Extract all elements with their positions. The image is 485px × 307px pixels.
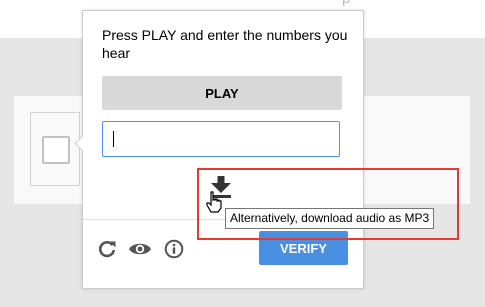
play-button-label: PLAY bbox=[205, 85, 239, 101]
text-caret bbox=[113, 131, 114, 147]
play-button[interactable]: PLAY bbox=[102, 76, 342, 110]
eye-icon[interactable] bbox=[128, 239, 152, 259]
download-tooltip: Alternatively, download audio as MP3 bbox=[225, 208, 435, 229]
tooltip-text: Alternatively, download audio as MP3 bbox=[230, 211, 430, 225]
challenge-instructions: Press PLAY and enter the numbers you hea… bbox=[102, 27, 348, 61]
info-icon[interactable] bbox=[164, 239, 184, 259]
verify-button[interactable]: VERIFY bbox=[259, 231, 348, 265]
recaptcha-checkbox[interactable] bbox=[42, 136, 70, 164]
hand-pointer-cursor bbox=[206, 191, 222, 213]
reload-icon[interactable] bbox=[97, 239, 117, 259]
verify-button-label: VERIFY bbox=[280, 240, 327, 256]
audio-response-input[interactable] bbox=[102, 121, 340, 157]
header-text-fragment: p bbox=[342, 0, 350, 7]
audio-challenge-popup: Press PLAY and enter the numbers you hea… bbox=[82, 10, 364, 289]
